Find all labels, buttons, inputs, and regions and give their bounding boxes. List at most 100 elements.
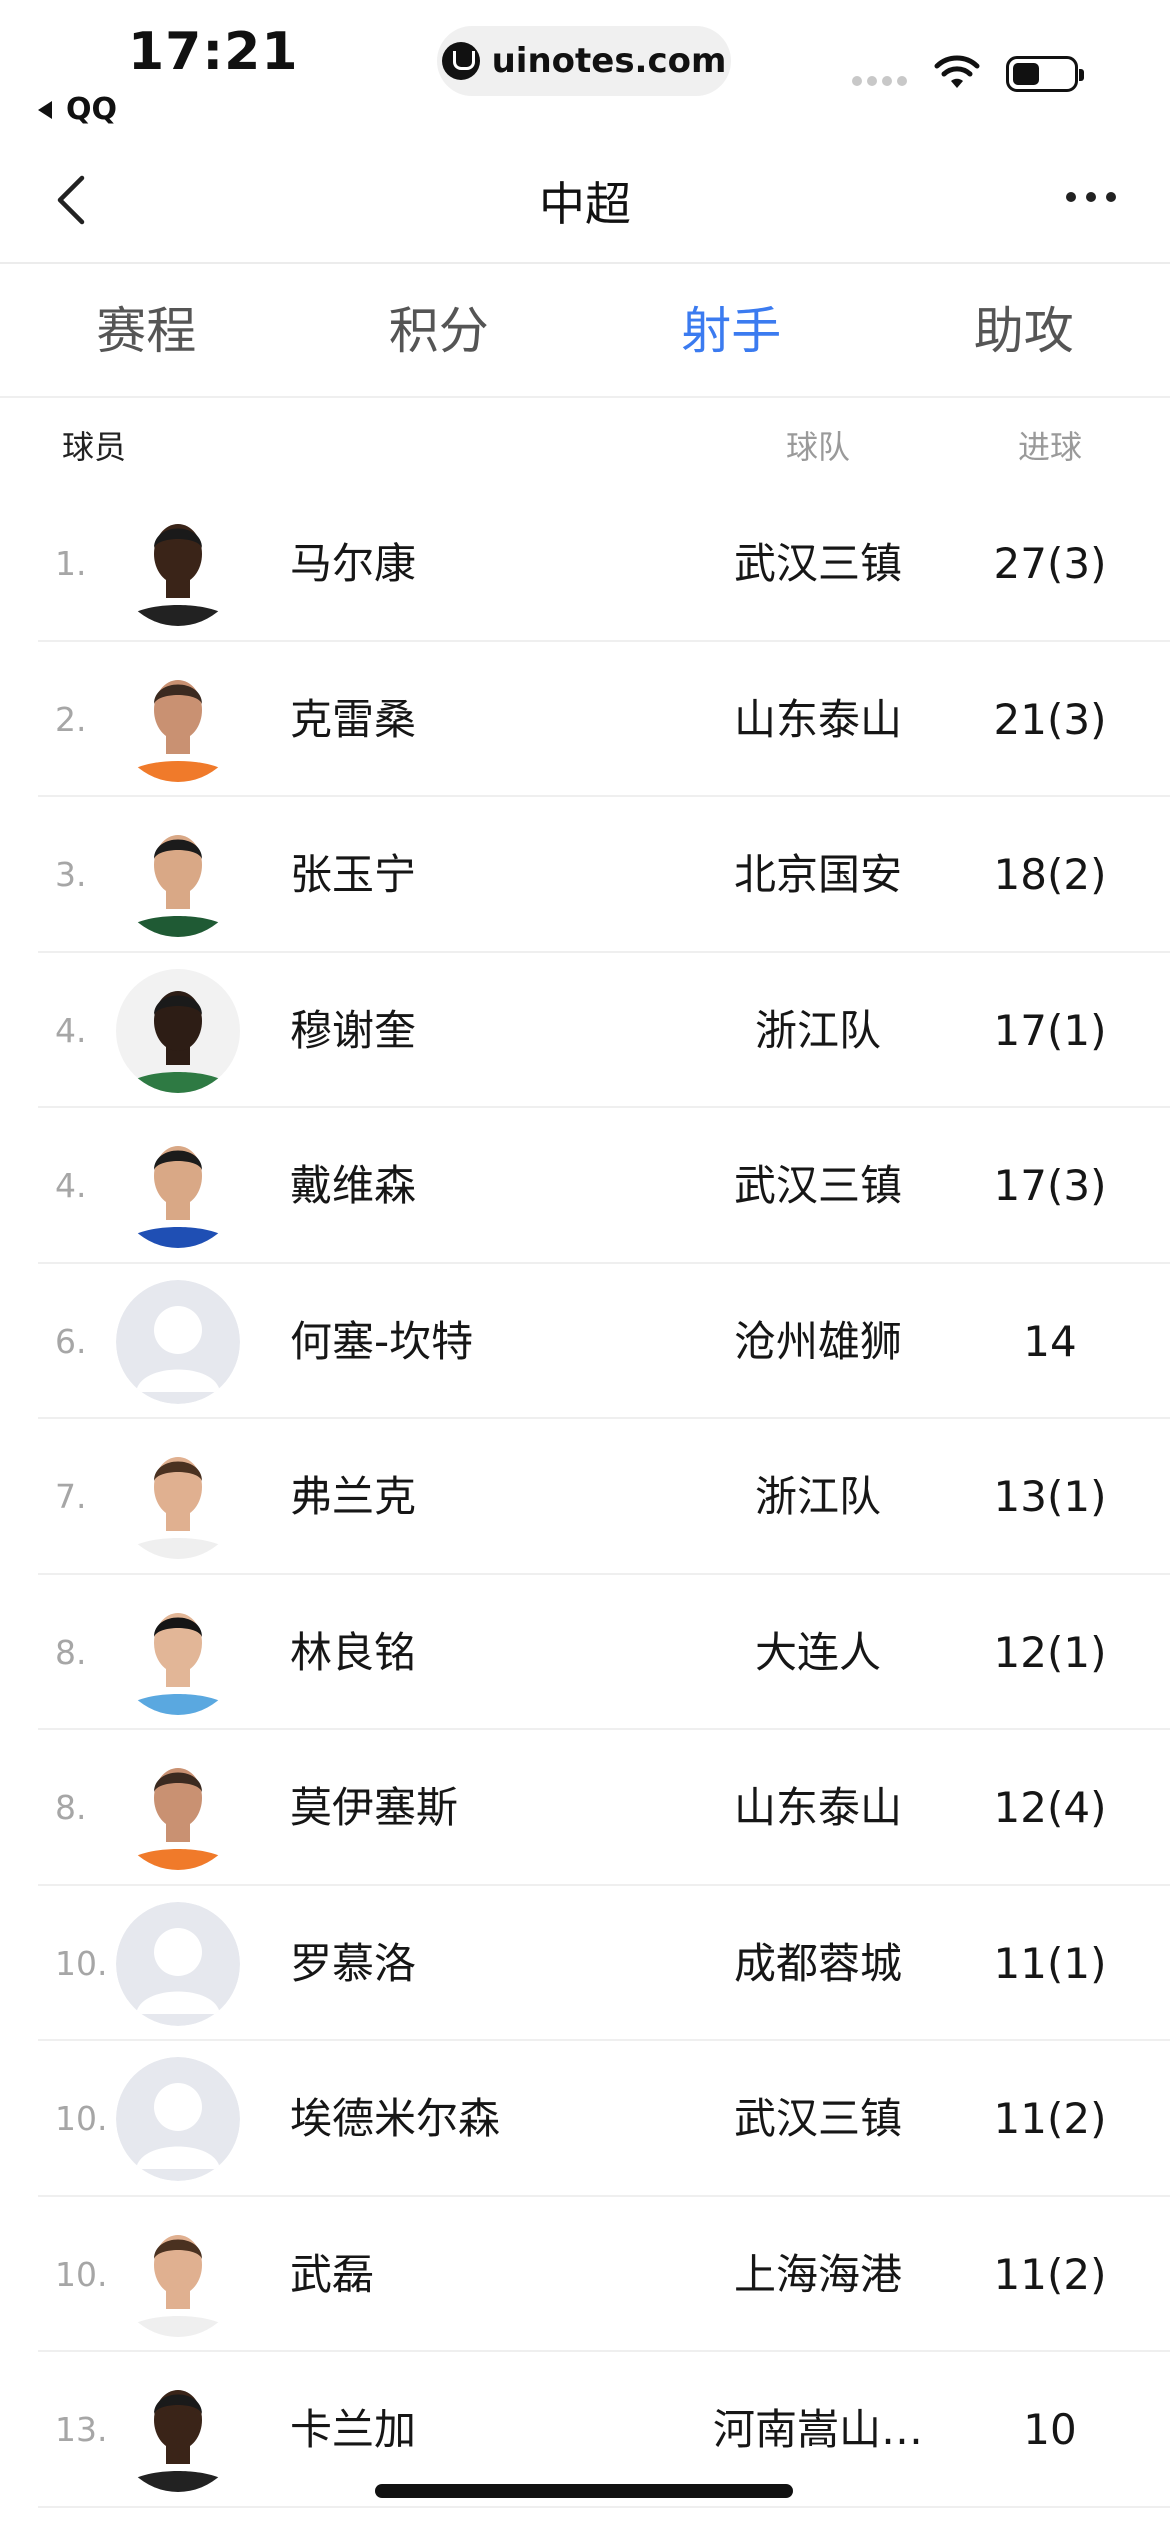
player-goals: 17(3) <box>993 1161 1107 1210</box>
player-name: 克雷桑 <box>290 694 417 744</box>
status-bar: 17:21 QQ uinotes.com <box>0 0 1170 140</box>
player-name: 罗慕洛 <box>290 1938 417 1988</box>
player-name: 林良铭 <box>290 1627 417 1677</box>
player-photo-icon <box>116 2368 240 2492</box>
player-goals: 21(3) <box>993 694 1107 744</box>
player-photo-icon <box>116 502 240 626</box>
back-app-label: QQ <box>66 92 118 127</box>
url-label: uinotes.com <box>491 41 727 81</box>
row-rank: 3. <box>55 855 87 894</box>
wifi-icon <box>934 55 980 88</box>
header-goals: 进球 <box>1017 428 1082 466</box>
row-rank: 6. <box>55 1321 87 1361</box>
player-goals: 13(1) <box>993 1472 1107 1521</box>
row-rank: 4. <box>55 1010 87 1050</box>
player-photo-icon <box>116 1746 240 1870</box>
avatar <box>116 968 240 1093</box>
table-row[interactable]: 3. 张玉宁 北京国安 18(2) <box>0 797 1170 953</box>
player-name: 张玉宁 <box>290 850 417 899</box>
player-team: 浙江队 <box>754 1005 881 1055</box>
row-rank: 13. <box>55 2410 108 2449</box>
player-team: 大连人 <box>754 1627 881 1677</box>
table-row[interactable]: 7. 弗兰克 浙江队 13(1) <box>0 1419 1170 1575</box>
table-row[interactable]: 1. 马尔康 武汉三镇 27(3) <box>0 486 1170 642</box>
site-logo-icon <box>441 42 480 80</box>
row-rank: 7. <box>55 1477 87 1516</box>
player-goals: 18(2) <box>993 850 1107 899</box>
player-name: 穆谢奎 <box>290 1005 417 1055</box>
row-rank: 1. <box>55 544 87 583</box>
player-team: 上海海港 <box>733 2249 902 2299</box>
player-name: 马尔康 <box>290 539 417 588</box>
page-title: 中超 <box>539 177 631 231</box>
player-name: 莫伊塞斯 <box>290 1783 459 1832</box>
player-photo-icon <box>116 1590 240 1715</box>
player-photo-icon <box>116 2212 240 2337</box>
tab-schedule[interactable]: 赛程 <box>0 264 293 396</box>
player-photo-icon <box>116 657 240 782</box>
player-team: 北京国安 <box>733 850 902 899</box>
back-to-app-button[interactable]: QQ <box>38 92 117 127</box>
avatar <box>116 1279 240 1404</box>
player-goals: 17(1) <box>993 1005 1107 1055</box>
player-team: 沧州雄狮 <box>733 1316 902 1366</box>
table-row[interactable]: 8. 莫伊塞斯 山东泰山 12(4) <box>0 1730 1170 1886</box>
table-row[interactable]: 8. 林良铭 大连人 12(1) <box>0 1575 1170 1731</box>
player-name: 戴维森 <box>290 1161 417 1210</box>
avatar <box>116 2368 240 2492</box>
table-row[interactable]: 4. 戴维森 武汉三镇 17(3) <box>0 1108 1170 1264</box>
avatar <box>116 502 240 626</box>
player-name: 弗兰克 <box>290 1472 417 1521</box>
user-placeholder-icon <box>116 1901 240 2026</box>
player-photo-icon <box>116 1124 240 1248</box>
back-triangle-icon <box>38 100 52 119</box>
avatar <box>116 1590 240 1715</box>
user-placeholder-icon <box>116 1279 240 1404</box>
player-name: 武磊 <box>290 2249 375 2299</box>
header-team: 球队 <box>785 428 850 466</box>
player-team: 山东泰山 <box>733 1783 902 1832</box>
scorer-list: 1. 马尔康 武汉三镇 27(3) 2. 克雷桑 山东泰山 21(3) 3. 张… <box>0 486 1170 2508</box>
table-row[interactable]: 4. 穆谢奎 浙江队 17(1) <box>0 953 1170 1109</box>
row-rank: 2. <box>55 699 87 739</box>
player-photo-icon <box>116 968 240 1093</box>
player-team: 山东泰山 <box>733 694 902 744</box>
player-team: 武汉三镇 <box>733 1161 902 1210</box>
player-team: 浙江队 <box>754 1472 881 1521</box>
url-pill[interactable]: uinotes.com <box>437 26 731 96</box>
player-name: 埃德米尔森 <box>290 2094 501 2143</box>
more-options-icon[interactable] <box>1066 192 1116 202</box>
avatar <box>116 2212 240 2337</box>
player-goals: 11(2) <box>993 2249 1107 2299</box>
player-team: 武汉三镇 <box>733 2094 902 2143</box>
avatar <box>116 1124 240 1248</box>
tab-scorers[interactable]: 射手 <box>585 264 878 396</box>
avatar <box>116 813 240 937</box>
row-rank: 10. <box>55 2099 108 2138</box>
row-rank: 8. <box>55 1788 87 1827</box>
row-rank: 10. <box>55 1943 108 1983</box>
tab-assists[interactable]: 助攻 <box>878 264 1170 396</box>
table-row[interactable]: 2. 克雷桑 山东泰山 21(3) <box>0 642 1170 798</box>
player-team: 武汉三镇 <box>733 539 902 588</box>
avatar <box>116 657 240 782</box>
tab-bar: 赛程 积分 射手 助攻 <box>0 264 1170 398</box>
player-goals: 12(1) <box>993 1627 1107 1677</box>
table-row[interactable]: 6. 何塞-坎特 沧州雄狮 14 <box>0 1264 1170 1420</box>
header-player: 球员 <box>62 428 127 466</box>
table-row[interactable]: 10. 武磊 上海海港 11(2) <box>0 2197 1170 2353</box>
table-row[interactable]: 10. 罗慕洛 成都蓉城 11(1) <box>0 1886 1170 2042</box>
nav-bar: 中超 <box>0 140 1170 264</box>
player-name: 何塞-坎特 <box>290 1316 474 1366</box>
status-time: 17:21 <box>128 22 299 82</box>
table-row[interactable]: 10. 埃德米尔森 武汉三镇 11(2) <box>0 2041 1170 2197</box>
avatar <box>116 2057 240 2181</box>
player-goals: 14 <box>1023 1316 1077 1366</box>
cellular-signal-icon <box>852 76 907 86</box>
player-goals: 27(3) <box>993 539 1107 588</box>
player-photo-icon <box>116 1435 240 1559</box>
user-placeholder-icon <box>116 2057 240 2181</box>
tab-standings[interactable]: 积分 <box>293 264 586 396</box>
home-indicator <box>375 2484 793 2498</box>
avatar <box>116 1901 240 2026</box>
